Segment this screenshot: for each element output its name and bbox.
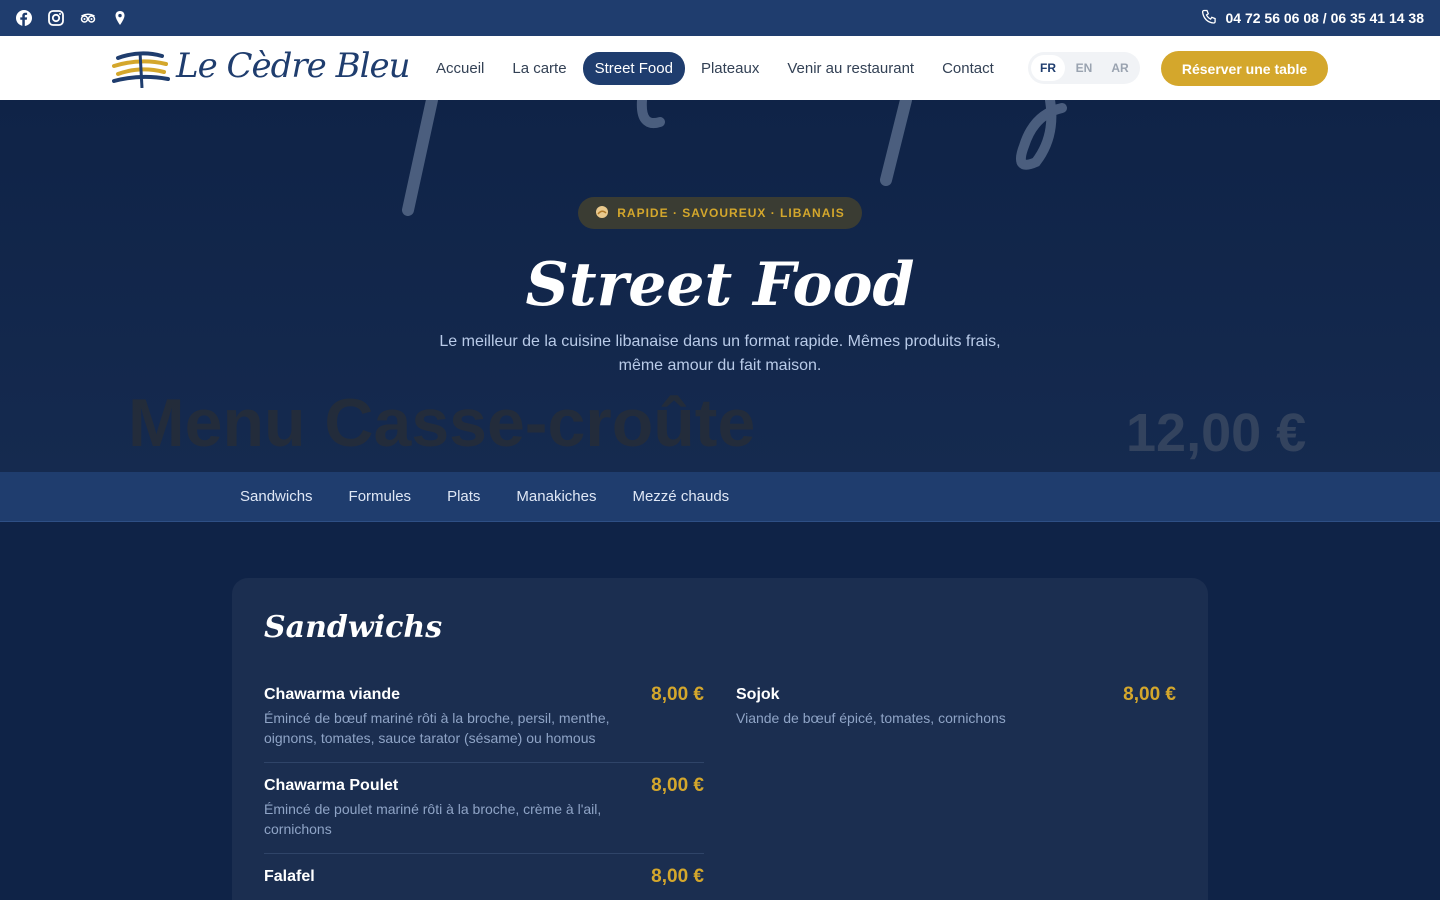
menu-item-description: Émincé de poulet mariné rôti à la broche… bbox=[264, 801, 602, 837]
lang-fr[interactable]: FR bbox=[1031, 55, 1065, 81]
nav-la-carte[interactable]: La carte bbox=[500, 52, 578, 85]
category-sandwichs[interactable]: Sandwichs bbox=[222, 488, 331, 505]
menu-item-name: Falafel bbox=[264, 868, 315, 885]
background-menu-title: Menu Casse-croûte bbox=[128, 385, 756, 461]
cedar-logo-icon bbox=[112, 51, 170, 88]
menu-item-price: 8,00 € bbox=[651, 684, 704, 705]
category-formules[interactable]: Formules bbox=[331, 488, 430, 505]
nav-street-food[interactable]: Street Food bbox=[582, 52, 685, 85]
logo-text: Le Cèdre Bleu bbox=[176, 46, 410, 86]
pita-icon bbox=[595, 205, 609, 222]
menu-section-card: Sandwichs Chawarma viande Émincé de bœuf… bbox=[232, 578, 1208, 900]
language-switcher: FR EN AR bbox=[1028, 52, 1140, 84]
menu-item-price: 8,00 € bbox=[651, 775, 704, 796]
page-subtitle: Le meilleur de la cuisine libanaise dans… bbox=[439, 333, 1001, 374]
top-bar: 04 72 56 06 08 / 06 35 41 14 38 bbox=[0, 0, 1440, 36]
menu-item: Chawarma Poulet Émincé de poulet mariné … bbox=[264, 775, 704, 854]
menu-item-description: Viande de bœuf épicé, tomates, cornichon… bbox=[736, 710, 1006, 726]
nav-plateaux[interactable]: Plateaux bbox=[689, 52, 771, 85]
social-links bbox=[16, 10, 128, 26]
facebook-icon[interactable] bbox=[16, 10, 32, 26]
reserve-table-button[interactable]: Réserver une table bbox=[1161, 51, 1328, 86]
background-menu-price: 12,00 € bbox=[1126, 403, 1307, 463]
section-title: Sandwichs bbox=[264, 610, 443, 645]
phone-contact[interactable]: 04 72 56 06 08 / 06 35 41 14 38 bbox=[1201, 9, 1424, 28]
menu-item: Sojok Viande de bœuf épicé, tomates, cor… bbox=[736, 684, 1176, 742]
menu-column-left: Chawarma viande Émincé de bœuf mariné rô… bbox=[264, 684, 704, 900]
category-mezze-chauds[interactable]: Mezzé chauds bbox=[614, 488, 747, 505]
menu-item: Falafel 8,00 € bbox=[264, 866, 704, 900]
menu-item-price: 8,00 € bbox=[1123, 684, 1176, 705]
category-plats[interactable]: Plats bbox=[429, 488, 498, 505]
nav-accueil[interactable]: Accueil bbox=[424, 52, 496, 85]
tripadvisor-icon[interactable] bbox=[80, 10, 96, 26]
menu-column-right: Sojok Viande de bœuf épicé, tomates, cor… bbox=[736, 684, 1176, 754]
page-title: Street Food bbox=[525, 250, 915, 320]
hero-badge: RAPIDE · SAVOUREUX · LIBANAIS bbox=[578, 197, 862, 229]
hero-section: Menu Casse-croûte 12,00 € RAPIDE · SAVOU… bbox=[0, 100, 1440, 472]
menu-item-name: Chawarma Poulet bbox=[264, 777, 399, 794]
menu-item-name: Chawarma viande bbox=[264, 686, 401, 703]
phone-icon bbox=[1201, 9, 1217, 28]
lang-ar[interactable]: AR bbox=[1103, 55, 1137, 81]
category-manakiches[interactable]: Manakiches bbox=[498, 488, 614, 505]
main-header: Le Cèdre Bleu Accueil La carte Street Fo… bbox=[0, 36, 1440, 100]
menu-item-name: Sojok bbox=[736, 686, 780, 703]
hero-badge-text: RAPIDE · SAVOUREUX · LIBANAIS bbox=[617, 206, 845, 220]
menu-item-price: 8,00 € bbox=[651, 866, 704, 887]
phone-number: 04 72 56 06 08 / 06 35 41 14 38 bbox=[1225, 10, 1424, 26]
menu-item: Chawarma viande Émincé de bœuf mariné rô… bbox=[264, 684, 704, 763]
nav-contact[interactable]: Contact bbox=[930, 52, 1006, 85]
main-nav: Accueil La carte Street Food Plateaux Ve… bbox=[424, 52, 1006, 85]
category-nav: Sandwichs Formules Plats Manakiches Mezz… bbox=[0, 472, 1440, 522]
lang-en[interactable]: EN bbox=[1067, 55, 1101, 81]
nav-venir-au-restaurant[interactable]: Venir au restaurant bbox=[775, 52, 926, 85]
instagram-icon[interactable] bbox=[48, 10, 64, 26]
menu-item-description: Émincé de bœuf mariné rôti à la broche, … bbox=[264, 710, 610, 746]
logo[interactable]: Le Cèdre Bleu bbox=[112, 44, 410, 88]
map-pin-icon[interactable] bbox=[112, 10, 128, 26]
